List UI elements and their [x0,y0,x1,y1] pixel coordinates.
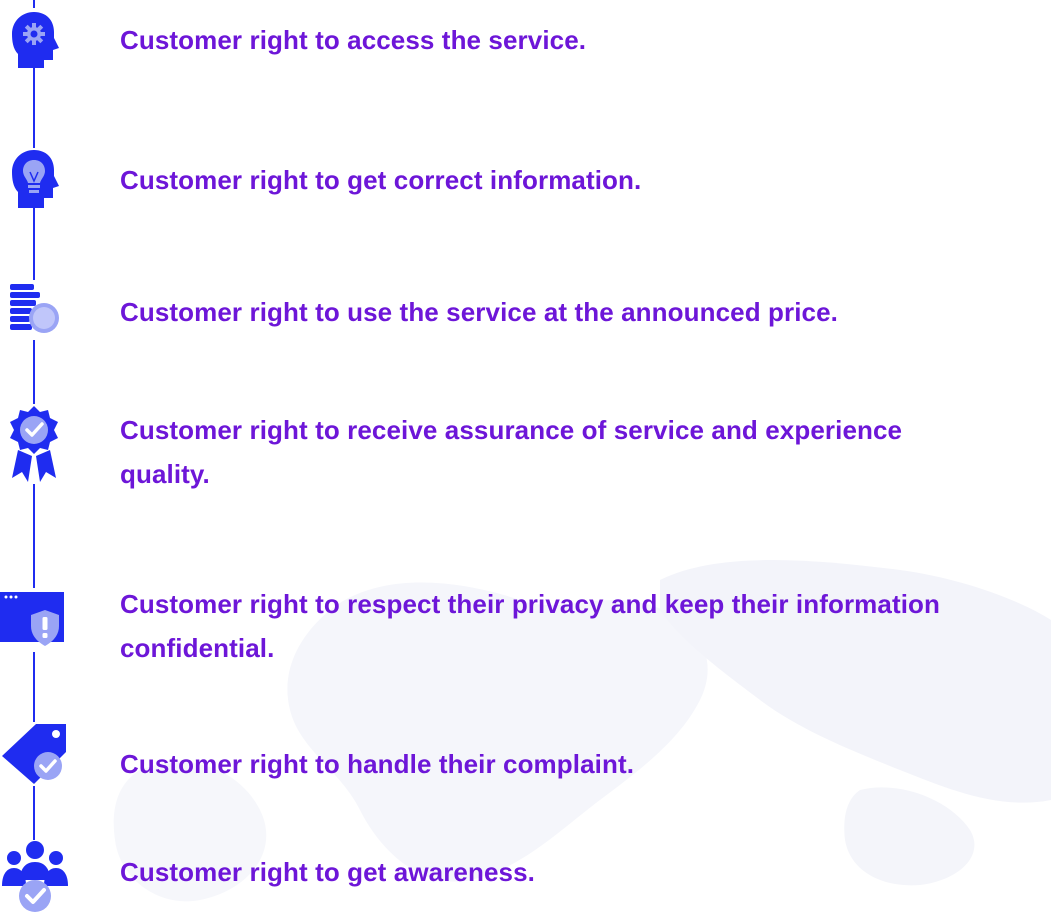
right-item-quality: Customer right to receive assurance of s… [0,398,1051,508]
right-text-information: Customer right to get correct informatio… [120,165,642,195]
group-check-icon [0,840,70,914]
head-lightbulb-icon [4,148,64,208]
right-text-privacy: Customer right to respect their privacy … [120,589,940,663]
right-item-privacy: Customer right to respect their privacy … [0,570,1051,680]
right-item-price: Customer right to use the service at the… [0,276,1051,356]
right-text-quality: Customer right to receive assurance of s… [120,415,903,489]
browser-shield-icon [0,588,70,652]
coins-clock-icon [4,280,64,340]
right-item-complaint: Customer right to handle their complaint… [0,716,1051,796]
right-text-awareness: Customer right to get awareness. [120,857,535,887]
tag-check-icon [0,722,70,786]
right-text-complaint: Customer right to handle their complaint… [120,749,635,779]
right-item-awareness: Customer right to get awareness. [0,836,1051,914]
customer-rights-list: Customer right to access the service. Cu… [0,0,1051,914]
right-text-price: Customer right to use the service at the… [120,297,838,327]
right-text-access: Customer right to access the service. [120,25,587,55]
right-item-information: Customer right to get correct informatio… [0,140,1051,220]
award-ribbon-check-icon [4,404,64,484]
head-gear-icon [4,8,64,68]
right-item-access: Customer right to access the service. [0,0,1051,80]
